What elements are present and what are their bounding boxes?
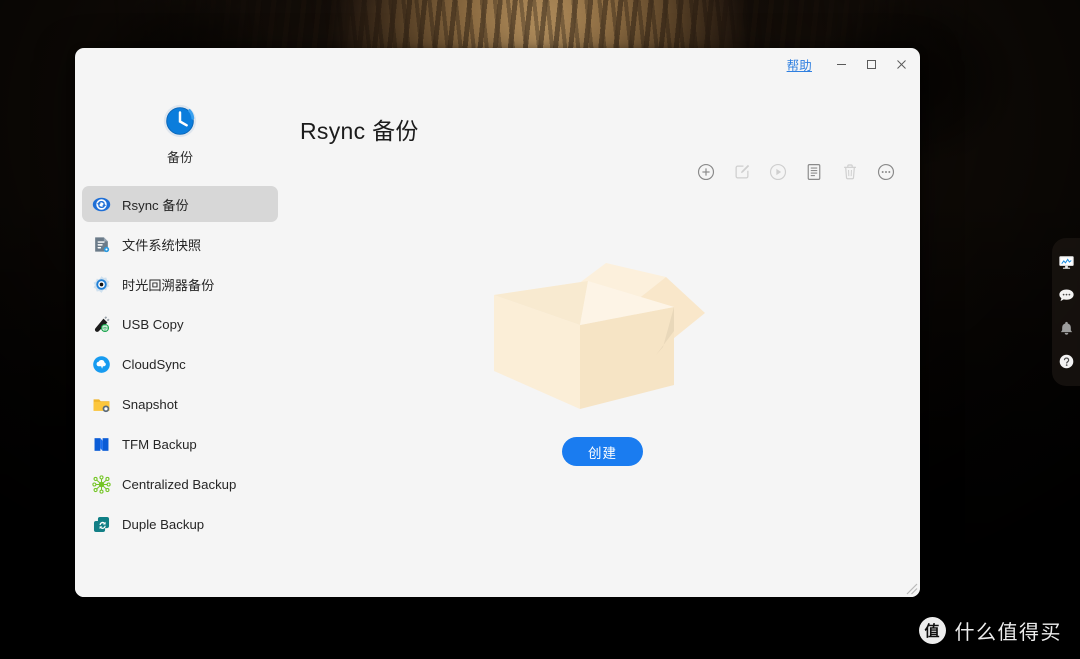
help-question-icon: [1059, 354, 1073, 369]
tfm-backup-icon: [94, 437, 109, 451]
sidebar-item-usb-copy[interactable]: USB Copy: [82, 306, 278, 342]
close-icon: [896, 59, 906, 69]
plus-circle-icon: [697, 163, 715, 181]
create-button[interactable]: 创建: [562, 437, 643, 466]
notification-button[interactable]: [1056, 319, 1076, 339]
sidebar-item-label: 文件系统快照: [122, 237, 202, 253]
ellipsis-circle-icon: [877, 163, 895, 181]
chat-button[interactable]: [1056, 286, 1076, 306]
minimize-icon: [836, 63, 846, 65]
sidebar-item-duple-backup[interactable]: Duple Backup: [82, 506, 278, 542]
window-resize-grip[interactable]: [902, 579, 918, 595]
sidebar-item-label: Centralized Backup: [122, 476, 237, 492]
trash-icon: [844, 164, 856, 180]
sidebar-item-label: Rsync 备份: [122, 197, 189, 213]
usb-copy-icon: [94, 315, 110, 332]
edit-pencil-icon: [735, 164, 750, 179]
cloudsync-icon: [93, 355, 110, 373]
action-toolbar: [694, 160, 898, 184]
delete-task-button: [838, 160, 862, 184]
main-content: Rsync 备份 创建: [285, 80, 920, 597]
duple-backup-icon: [93, 516, 110, 532]
app-brand-label: 备份: [166, 150, 193, 165]
rsync-icon: [92, 197, 111, 211]
backup-app-window: 帮助 备份 Rsync 备份 文件系统快照 时光回溯器备份 USB Copy C…: [75, 48, 920, 597]
filesystem-snapshot-icon: [95, 236, 110, 252]
clock-backup-icon: [163, 104, 197, 138]
sidebar-item-label: 时光回溯器备份: [122, 277, 215, 293]
chat-bubble-icon: [1058, 289, 1074, 302]
app-brand: 备份: [75, 80, 285, 180]
watermark-text: 什么值得买: [954, 620, 1062, 644]
sidebar-item-tfm-backup[interactable]: TFM Backup: [82, 426, 278, 462]
resource-monitor-button[interactable]: [1056, 253, 1076, 273]
sidebar-item-label: Snapshot: [122, 396, 178, 412]
help-button[interactable]: [1056, 352, 1076, 372]
help-link[interactable]: 帮助: [787, 55, 812, 74]
sidebar-item-centralized-backup[interactable]: Centralized Backup: [82, 466, 278, 502]
sidebar-item-label: USB Copy: [122, 316, 184, 332]
resize-grip-icon: [906, 583, 918, 595]
close-button[interactable]: [886, 51, 916, 77]
notification-bell-icon: [1060, 321, 1072, 335]
sidebar-item-label: CloudSync: [122, 356, 186, 372]
play-circle-icon: [769, 163, 787, 181]
window-titlebar[interactable]: 帮助: [75, 48, 920, 80]
run-task-button: [766, 160, 790, 184]
watermark: 值 什么值得买: [918, 616, 1063, 645]
floating-side-dock: [1052, 238, 1080, 386]
sidebar-item-time-machine-backup[interactable]: 时光回溯器备份: [82, 266, 278, 302]
sidebar-item-cloudsync[interactable]: CloudSync: [82, 346, 278, 382]
open-cardboard-box-icon: [493, 263, 705, 409]
sidebar-item-rsync-backup[interactable]: Rsync 备份: [82, 186, 278, 222]
page-title: Rsync 备份: [300, 118, 419, 144]
more-options-button[interactable]: [874, 160, 898, 184]
resource-monitor-icon: [1058, 256, 1074, 269]
view-log-button[interactable]: [802, 160, 826, 184]
sidebar-nav-list: Rsync 备份 文件系统快照 时光回溯器备份 USB Copy CloudSy…: [75, 180, 285, 542]
centralized-backup-icon: [92, 474, 111, 494]
minimize-button[interactable]: [826, 51, 856, 77]
maximize-icon: [866, 59, 876, 69]
edit-task-button: [730, 160, 754, 184]
maximize-button[interactable]: [856, 51, 886, 77]
sidebar: 备份 Rsync 备份 文件系统快照 时光回溯器备份 USB Copy Clou…: [75, 80, 285, 597]
sidebar-item-snapshot[interactable]: Snapshot: [82, 386, 278, 422]
empty-state: 创建: [285, 235, 920, 466]
add-task-button[interactable]: [694, 160, 718, 184]
sidebar-item-label: Duple Backup: [122, 516, 205, 532]
watermark-logo: 值: [918, 617, 946, 644]
sidebar-item-filesystem-snapshot[interactable]: 文件系统快照: [82, 226, 278, 262]
desktop: 帮助 备份 Rsync 备份 文件系统快照 时光回溯器备份 USB Copy C…: [0, 0, 1080, 659]
time-machine-icon: [93, 275, 110, 293]
sidebar-item-label: TFM Backup: [122, 436, 197, 452]
log-document-icon: [807, 164, 821, 180]
snapshot-folder-icon: [93, 398, 110, 412]
